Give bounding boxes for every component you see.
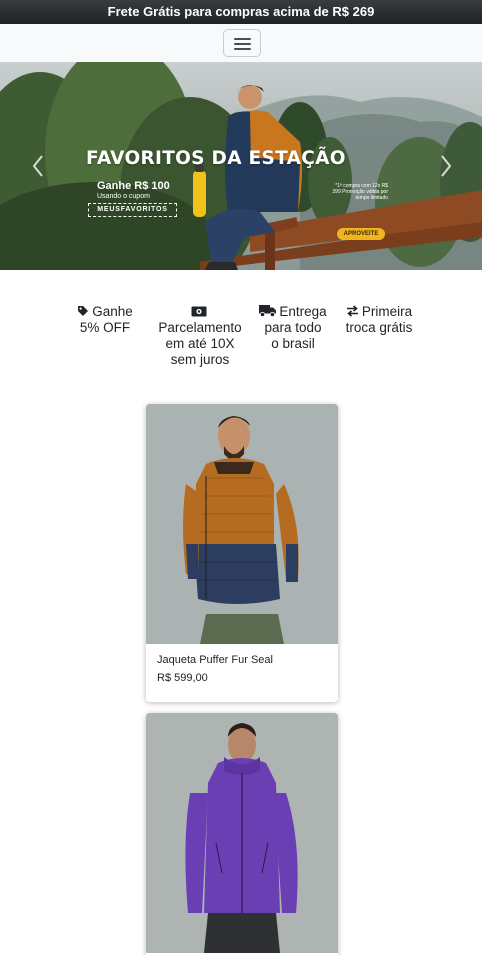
benefit-discount: Ganhe 5% OFF [74, 304, 136, 336]
tag-icon [78, 306, 89, 316]
product-card[interactable]: Jaqueta Puffer Fur Seal R$ 599,00 [146, 404, 338, 702]
hero-coupon-note: Usando o cupom [97, 193, 150, 200]
product-price: R$ 599,00 [157, 672, 208, 684]
hero-bonus-text: Ganhe R$ 100 [97, 180, 170, 192]
hero-title: FAVORITOS DA ESTAÇÃO [86, 148, 346, 169]
hero-cta-button[interactable]: APROVEITE [337, 228, 385, 240]
truck-icon [259, 305, 277, 317]
free-shipping-banner: Frete Grátis para compras acima de R$ 26… [0, 0, 482, 24]
free-shipping-text: Frete Grátis para compras acima de R$ 26… [107, 4, 375, 19]
money-bill-icon [191, 306, 206, 317]
benefit-installments: Parcelamento em até 10X sem juros [156, 304, 244, 368]
product-image[interactable] [146, 713, 338, 953]
benefit-shipping: Entrega para todo o brasil [256, 304, 330, 352]
exchange-arrows-icon [346, 305, 358, 317]
product-image[interactable] [146, 404, 338, 644]
product-card[interactable] [146, 713, 338, 955]
navbar [0, 24, 482, 62]
product-name[interactable]: Jaqueta Puffer Fur Seal [157, 654, 273, 666]
hero-coupon-code: MEUSFAVORITOS [88, 203, 177, 217]
chevron-left-icon[interactable] [30, 153, 46, 179]
hero-fine-print: *1ª compra com 12x R$ 399 Promoção válid… [332, 183, 388, 201]
benefit-exchange: Primeira troca grátis [345, 304, 413, 335]
chevron-right-icon[interactable] [438, 153, 454, 179]
hero-carousel[interactable]: FAVORITOS DA ESTAÇÃO Ganhe R$ 100 Usando… [0, 62, 482, 270]
hamburger-menu-icon[interactable] [223, 29, 261, 57]
